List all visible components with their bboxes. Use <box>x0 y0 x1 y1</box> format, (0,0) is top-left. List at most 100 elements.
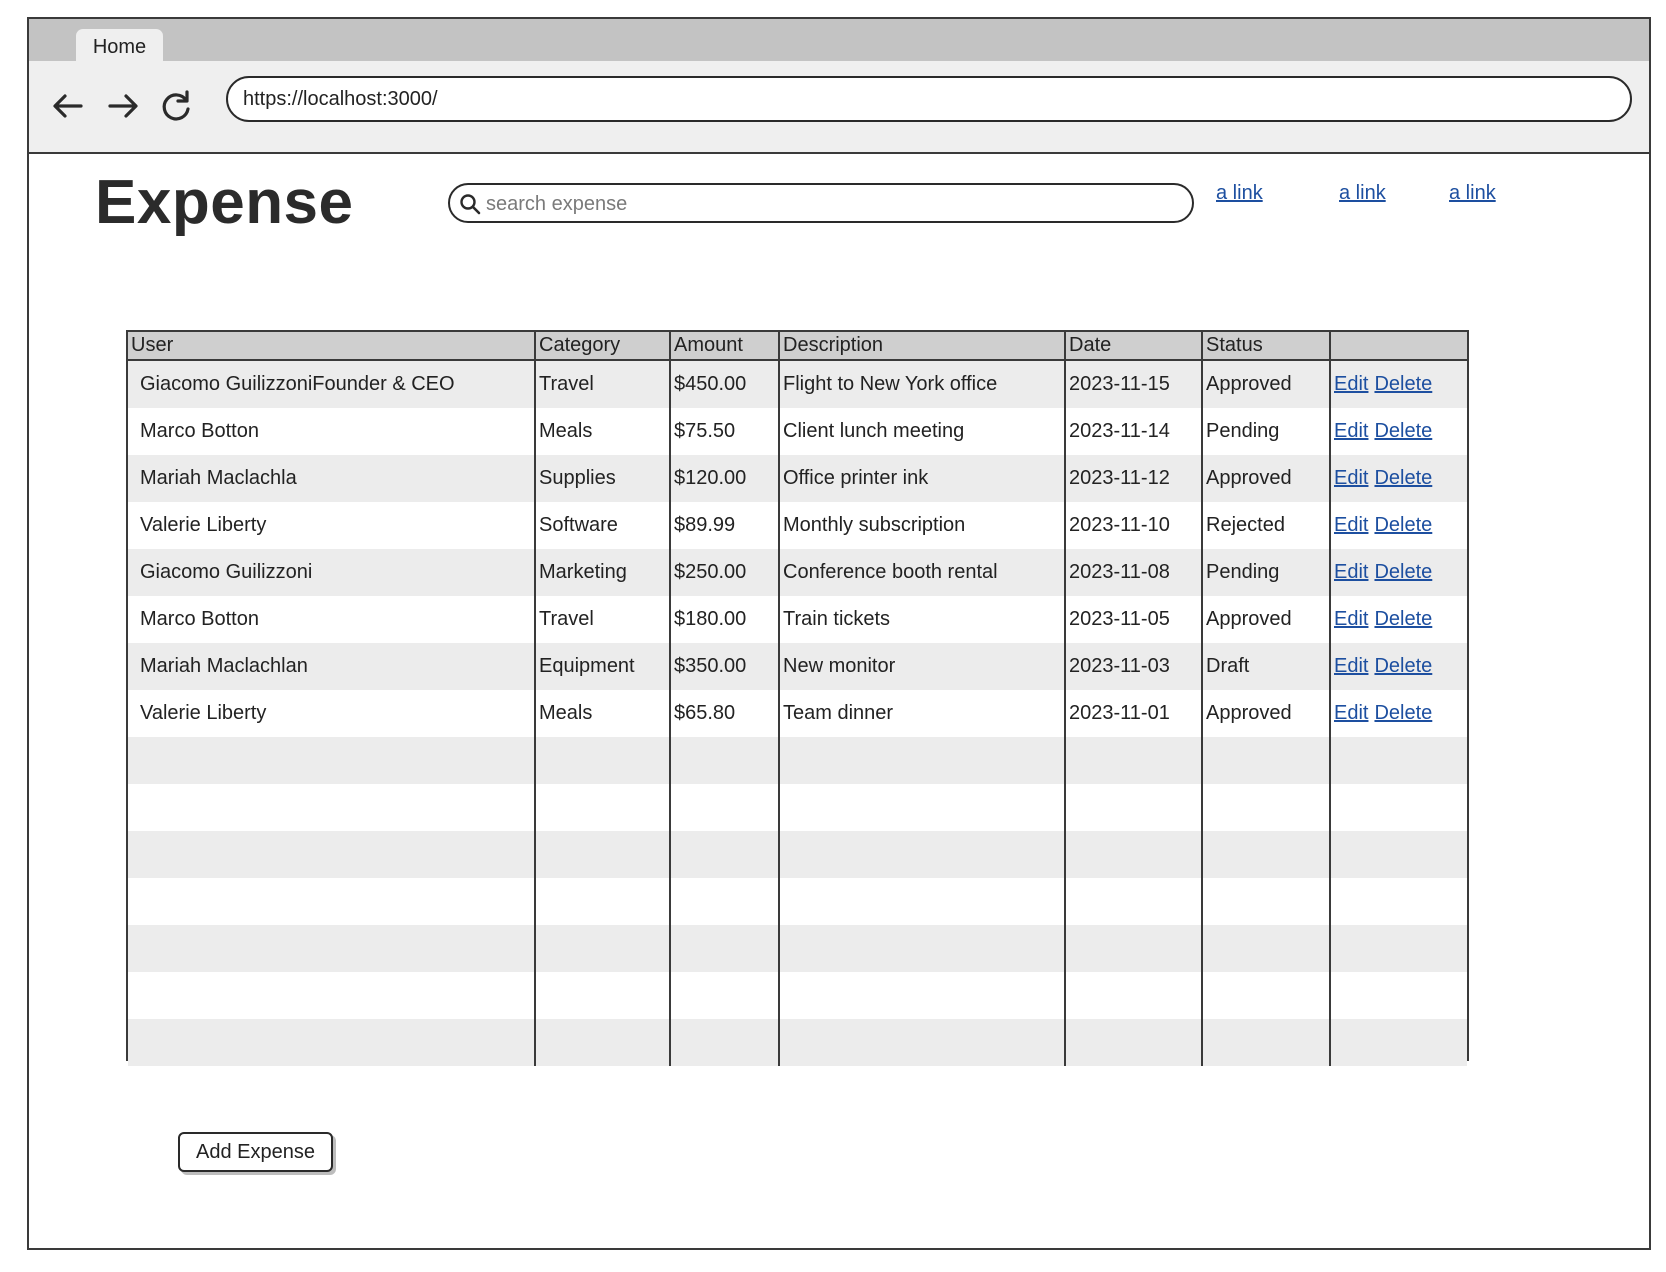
cell-description: Office printer ink <box>779 455 1066 502</box>
delete-link[interactable]: Delete <box>1374 655 1432 677</box>
empty-row <box>128 784 1467 831</box>
search-input[interactable] <box>484 188 1168 220</box>
reload-button[interactable] <box>154 84 198 128</box>
cell-amount: $120.00 <box>670 455 780 502</box>
cell-status: Rejected <box>1202 502 1331 549</box>
cell-status: Pending <box>1202 549 1331 596</box>
forward-button[interactable] <box>101 84 145 128</box>
table-row[interactable]: Giacomo Guilizzoni Marketing $250.00 Con… <box>128 549 1467 596</box>
cell-amount: $89.99 <box>670 502 780 549</box>
table-row[interactable]: Marco Botton Travel $180.00 Train ticket… <box>128 596 1467 643</box>
expense-table: User Category Amount Description Date St… <box>126 330 1469 1066</box>
cell-amount: $350.00 <box>670 643 780 690</box>
cell-user: Giacomo GuilizzoniFounder & CEO <box>128 360 536 408</box>
cell-description: Train tickets <box>779 596 1066 643</box>
edit-link[interactable]: Edit <box>1334 702 1368 724</box>
tab-home[interactable]: Home <box>76 29 163 63</box>
cell-date: 2023-11-15 <box>1065 360 1203 408</box>
column-header-date[interactable]: Date <box>1065 332 1203 361</box>
table-row[interactable]: Valerie Liberty Meals $65.80 Team dinner… <box>128 690 1467 737</box>
empty-row <box>128 831 1467 878</box>
empty-row <box>128 972 1467 1019</box>
cell-category: Travel <box>535 360 671 408</box>
empty-row <box>128 737 1467 784</box>
cell-amount: $450.00 <box>670 360 780 408</box>
delete-link[interactable]: Delete <box>1374 514 1432 536</box>
cell-category: Supplies <box>535 455 671 502</box>
tab-bar: Home <box>29 19 1649 63</box>
cell-description: Monthly subscription <box>779 502 1066 549</box>
column-header-category[interactable]: Category <box>535 332 671 361</box>
delete-link[interactable]: Delete <box>1374 467 1432 489</box>
cell-date: 2023-11-14 <box>1065 408 1203 455</box>
edit-link[interactable]: Edit <box>1334 608 1368 630</box>
address-bar[interactable]: https://localhost:3000/ <box>226 76 1632 122</box>
cell-status: Approved <box>1202 455 1331 502</box>
column-header-user[interactable]: User <box>128 332 536 361</box>
cell-status: Draft <box>1202 643 1331 690</box>
edit-link[interactable]: Edit <box>1334 373 1368 395</box>
browser-window: Home https://localhost:3000/ Expense sea… <box>27 17 1651 1250</box>
cell-actions: Edit Delete <box>1330 502 1467 549</box>
table-body: Giacomo GuilizzoniFounder & CEO Travel $… <box>128 360 1467 1066</box>
column-header-status[interactable]: Status <box>1202 332 1331 361</box>
delete-link[interactable]: Delete <box>1374 608 1432 630</box>
cell-actions: Edit Delete <box>1330 643 1467 690</box>
cell-actions: Edit Delete <box>1330 455 1467 502</box>
column-header-description[interactable]: Description <box>779 332 1066 361</box>
nav-link-2[interactable]: a link <box>1339 182 1386 205</box>
cell-description: Conference booth rental <box>779 549 1066 596</box>
table-row[interactable]: Mariah Maclachla Supplies $120.00 Office… <box>128 455 1467 502</box>
cell-amount: $250.00 <box>670 549 780 596</box>
table-row[interactable]: Valerie Liberty Software $89.99 Monthly … <box>128 502 1467 549</box>
cell-actions: Edit Delete <box>1330 360 1467 408</box>
cell-user: Marco Botton <box>128 408 536 455</box>
cell-user: Valerie Liberty <box>128 690 536 737</box>
delete-link[interactable]: Delete <box>1374 702 1432 724</box>
cell-description: Client lunch meeting <box>779 408 1066 455</box>
cell-description: Team dinner <box>779 690 1066 737</box>
cell-description: Flight to New York office <box>779 360 1066 408</box>
cell-actions: Edit Delete <box>1330 690 1467 737</box>
search-box[interactable] <box>448 183 1194 223</box>
cell-date: 2023-11-01 <box>1065 690 1203 737</box>
cell-actions: Edit Delete <box>1330 408 1467 455</box>
table-row[interactable]: Giacomo GuilizzoniFounder & CEO Travel $… <box>128 360 1467 408</box>
delete-link[interactable]: Delete <box>1374 373 1432 395</box>
table-row[interactable]: Mariah Maclachlan Equipment $350.00 New … <box>128 643 1467 690</box>
cell-category: Meals <box>535 408 671 455</box>
page-title: Expense <box>95 168 354 237</box>
edit-link[interactable]: Edit <box>1334 514 1368 536</box>
cell-category: Equipment <box>535 643 671 690</box>
delete-link[interactable]: Delete <box>1374 561 1432 583</box>
reload-icon <box>162 90 190 121</box>
cell-actions: Edit Delete <box>1330 549 1467 596</box>
edit-link[interactable]: Edit <box>1334 420 1368 442</box>
cell-status: Approved <box>1202 596 1331 643</box>
cell-category: Travel <box>535 596 671 643</box>
edit-link[interactable]: Edit <box>1334 561 1368 583</box>
back-button[interactable] <box>46 84 90 128</box>
cell-user: Valerie Liberty <box>128 502 536 549</box>
edit-link[interactable]: Edit <box>1334 655 1368 677</box>
cell-date: 2023-11-03 <box>1065 643 1203 690</box>
browser-toolbar: https://localhost:3000/ <box>29 61 1649 154</box>
edit-link[interactable]: Edit <box>1334 467 1368 489</box>
cell-amount: $180.00 <box>670 596 780 643</box>
cell-status: Approved <box>1202 690 1331 737</box>
nav-link-1[interactable]: a link <box>1216 182 1263 205</box>
cell-date: 2023-11-12 <box>1065 455 1203 502</box>
column-header-amount[interactable]: Amount <box>670 332 780 361</box>
search-icon <box>460 194 481 215</box>
nav-link-3[interactable]: a link <box>1449 182 1496 205</box>
delete-link[interactable]: Delete <box>1374 420 1432 442</box>
cell-date: 2023-11-08 <box>1065 549 1203 596</box>
table-row[interactable]: Marco Botton Meals $75.50 Client lunch m… <box>128 408 1467 455</box>
add-expense-button[interactable]: Add Expense <box>178 1132 333 1172</box>
cell-amount: $75.50 <box>670 408 780 455</box>
empty-row <box>128 878 1467 925</box>
cell-category: Software <box>535 502 671 549</box>
cell-user: Mariah Maclachlan <box>128 643 536 690</box>
cell-user: Mariah Maclachla <box>128 455 536 502</box>
arrow-left-icon <box>53 94 83 118</box>
